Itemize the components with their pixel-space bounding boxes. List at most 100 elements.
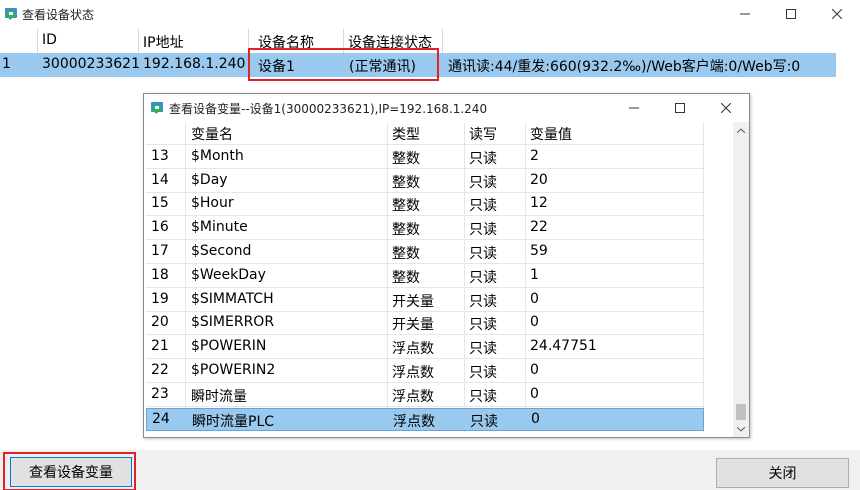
row-number: 22: [151, 362, 169, 378]
row-number: 23: [151, 385, 169, 402]
dialog-maximize-button[interactable]: [657, 94, 703, 121]
variable-name: $Month: [191, 147, 244, 164]
variable-rw: 只读: [469, 150, 497, 167]
dialog-scrollbar[interactable]: [733, 122, 749, 437]
variable-row[interactable]: 22 $POWERIN2 浮点数 只读 0: [146, 360, 704, 383]
row-number: 13: [151, 147, 169, 164]
dialog-titlebar: 查看设备变量--设备1(30000233621),IP=192.168.1.24…: [144, 94, 749, 121]
scroll-thumb[interactable]: [736, 404, 746, 420]
dialog-minimize-button[interactable]: [611, 94, 657, 121]
highlight-box: [248, 48, 439, 81]
device-ip: 192.168.1.240: [143, 56, 246, 72]
minimize-icon: [629, 107, 639, 108]
maximize-icon: [786, 9, 796, 19]
variables-grid: 变量名 类型 读写 变量值 13 $Month 整数 只读 2 14 $Day 整数 只读 20 1…: [146, 122, 732, 436]
row-number: 17: [151, 243, 169, 259]
variable-rw: 只读: [469, 388, 497, 405]
variable-type: 整数: [392, 222, 420, 239]
variable-rw: 只读: [469, 341, 497, 358]
variable-name: $Day: [191, 171, 228, 188]
variable-row[interactable]: 14 $Day 整数 只读 20: [146, 170, 704, 193]
row-number: 21: [151, 338, 169, 355]
variable-row[interactable]: 15 $Hour 整数 只读 12: [146, 193, 704, 217]
variable-value: 2: [530, 147, 539, 164]
col-type-header[interactable]: 类型: [392, 124, 420, 144]
variable-type: 整数: [392, 174, 420, 191]
chevron-down-icon: [737, 426, 745, 432]
close-icon: [832, 9, 842, 19]
variable-rw: 只读: [469, 293, 497, 310]
col-value-header[interactable]: 变量值: [530, 124, 572, 144]
variable-type: 整数: [392, 150, 420, 167]
variable-value: 0: [531, 410, 540, 427]
variable-row[interactable]: 19 $SIMMATCH 开关量 只读 0: [146, 289, 704, 312]
variable-row[interactable]: 24 瞬时流量PLC 浮点数 只读 0: [146, 407, 704, 431]
col-varname-header[interactable]: 变量名: [191, 124, 233, 144]
variable-row[interactable]: 18 $WeekDay 整数 只读 1: [146, 265, 704, 288]
variable-value: 20: [530, 171, 548, 188]
variable-name: $SIMERROR: [191, 314, 275, 331]
variable-name: $Second: [191, 243, 252, 259]
row-number: 16: [151, 219, 169, 236]
highlight-box: [3, 452, 136, 490]
variable-row[interactable]: 21 $POWERIN 浮点数 只读 24.47751: [146, 336, 704, 360]
close-window-button[interactable]: [814, 0, 860, 28]
variable-row[interactable]: 16 $Minute 整数 只读 22: [146, 217, 704, 241]
window-titlebar: 查看设备状态: [0, 0, 860, 28]
variable-row[interactable]: 17 $Second 整数 只读 59: [146, 241, 704, 264]
scroll-down-button[interactable]: [733, 421, 749, 437]
app-icon: [151, 102, 163, 114]
dialog-title: 查看设备变量--设备1(30000233621),IP=192.168.1.24…: [169, 102, 488, 116]
device-id: 30000233621: [42, 56, 140, 72]
col-id-header[interactable]: ID: [42, 32, 57, 48]
variable-type: 整数: [392, 198, 420, 215]
variable-row[interactable]: 23 瞬时流量 浮点数 只读 0: [146, 384, 704, 407]
col-ip-header[interactable]: IP地址: [143, 32, 184, 52]
row-number: 19: [151, 290, 169, 307]
scroll-up-button[interactable]: [733, 122, 749, 138]
variable-rw: 只读: [469, 317, 497, 334]
variable-value: 1: [530, 266, 539, 283]
grid-header: 变量名 类型 读写 变量值: [146, 122, 704, 145]
variable-type: 整数: [392, 246, 420, 262]
device-stats: 通讯读:44/重发:660(932.2‰)/Web客户端:0/Web写:0: [448, 59, 801, 75]
variable-rw: 只读: [469, 174, 497, 191]
chevron-up-icon: [737, 127, 745, 133]
row-number: 14: [151, 171, 169, 188]
col-rw-header[interactable]: 读写: [469, 124, 497, 144]
variable-rw: 只读: [470, 413, 498, 430]
row-number: 24: [152, 410, 170, 427]
variable-rw: 只读: [469, 365, 497, 381]
variable-row[interactable]: 20 $SIMERROR 开关量 只读 0: [146, 312, 704, 336]
minimize-button[interactable]: [722, 0, 768, 28]
variable-name: $POWERIN2: [191, 362, 276, 378]
variable-type: 浮点数: [392, 365, 434, 381]
variable-value: 12: [530, 195, 548, 212]
close-icon: [721, 102, 731, 113]
close-button[interactable]: 关闭: [716, 458, 849, 488]
variable-name: 瞬时流量PLC: [192, 413, 275, 430]
variable-type: 整数: [392, 269, 420, 286]
variable-value: 0: [530, 290, 539, 307]
minimize-icon: [740, 13, 750, 15]
variable-type: 开关量: [392, 317, 434, 334]
variable-row[interactable]: 13 $Month 整数 只读 2: [146, 146, 704, 169]
app-icon: [5, 8, 17, 20]
row-index: 1: [2, 56, 11, 72]
variable-name: $Minute: [191, 219, 248, 236]
row-number: 18: [151, 266, 169, 283]
row-number: 20: [151, 314, 169, 331]
maximize-icon: [675, 102, 685, 113]
variable-type: 浮点数: [392, 341, 434, 358]
variable-name: $WeekDay: [191, 266, 266, 283]
variable-value: 0: [530, 314, 539, 331]
variable-type: 浮点数: [392, 388, 434, 405]
variable-name: 瞬时流量: [191, 388, 247, 405]
variables-dialog: 查看设备变量--设备1(30000233621),IP=192.168.1.24…: [143, 93, 750, 438]
variable-name: $POWERIN: [191, 338, 267, 355]
maximize-button[interactable]: [768, 0, 814, 28]
variable-name: $Hour: [191, 195, 234, 212]
variable-value: 22: [530, 219, 548, 236]
variable-rw: 只读: [469, 269, 497, 286]
dialog-close-button[interactable]: [703, 94, 749, 121]
